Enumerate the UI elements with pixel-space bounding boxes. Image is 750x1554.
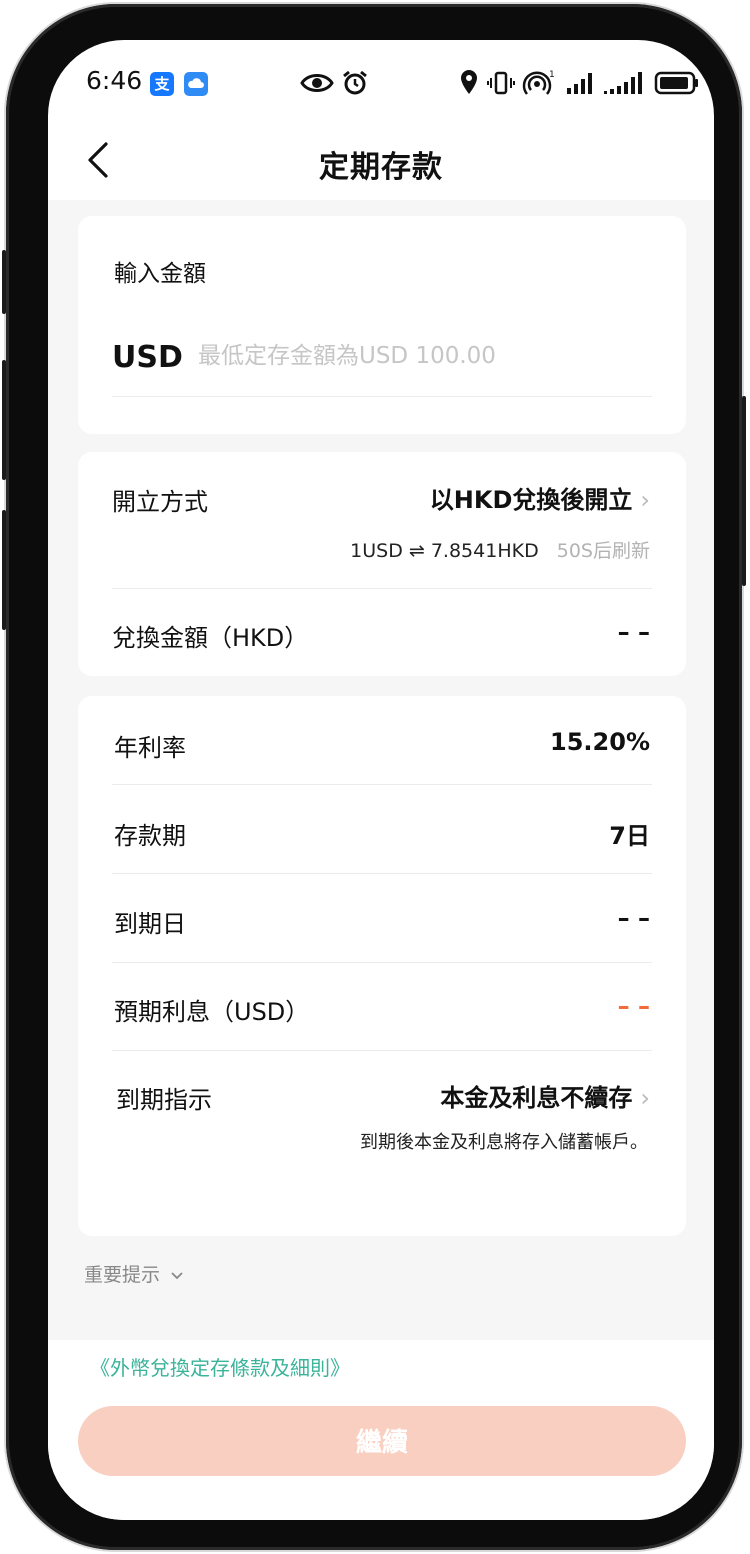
chevron-right-icon: › xyxy=(640,1084,650,1112)
expected-interest-label: 預期利息（USD） xyxy=(114,998,310,1026)
row-divider xyxy=(112,1050,652,1051)
maturity-instruction-label: 到期指示 xyxy=(116,1086,212,1114)
important-notice-label: 重要提示 xyxy=(84,1264,161,1286)
amount-input[interactable] xyxy=(198,334,658,378)
power-button xyxy=(742,396,746,586)
maturity-instruction-value: 本金及利息不續存 xyxy=(440,1084,633,1112)
svg-text:1: 1 xyxy=(549,70,555,80)
maturity-instruction-selector[interactable]: 本金及利息不續存 › xyxy=(440,1078,650,1113)
row-divider xyxy=(112,784,652,785)
phone-frame: 6:46 支 1 定期存款 輸入金額 USD 最低定存金額為USD 100.00… xyxy=(2,4,746,1550)
refresh-countdown: 50S后刷新 xyxy=(556,540,650,562)
alipay-icon: 支 xyxy=(150,72,174,96)
volume-up-button xyxy=(2,250,6,314)
amount-underline xyxy=(112,396,652,397)
eye-icon xyxy=(300,74,334,92)
term-label: 存款期 xyxy=(114,822,186,850)
terms-link[interactable]: 《外幣兌換定存條款及細則》 xyxy=(90,1352,350,1381)
alarm-icon xyxy=(343,70,367,95)
expected-interest-value: – – xyxy=(617,992,650,1020)
volume-down-button xyxy=(2,360,6,480)
method-selector[interactable]: 以HKD兌換後開立 › xyxy=(430,480,650,515)
location-icon xyxy=(461,70,477,94)
amount-label: 輸入金額 xyxy=(114,261,206,287)
bottom-bar: 《外幣兌換定存條款及細則》 繼續 xyxy=(48,1340,714,1520)
exchange-rate: 1USD ⇌ 7.8541HKD xyxy=(350,540,539,562)
hotspot-icon: 1 xyxy=(522,70,555,95)
status-bar: 6:46 支 1 xyxy=(48,40,714,132)
exchange-amount-value: – – xyxy=(617,618,650,646)
currency-code: USD xyxy=(112,340,183,375)
term-value: 7日 xyxy=(609,822,650,850)
deposit-detail-card: 年利率 15.20% 存款期 7日 到期日 – – 預期利息（USD） – – … xyxy=(78,696,686,1236)
maturity-instruction-note: 到期後本金及利息將存入儲蓄帳戶。 xyxy=(360,1132,648,1153)
method-divider xyxy=(112,588,652,589)
main-content: 輸入金額 USD 開立方式 以HKD兌換後開立› 1USD ⇌ 7.8541HK… xyxy=(48,200,714,1340)
chevron-right-icon: › xyxy=(640,486,650,514)
chevron-down-icon xyxy=(171,1272,183,1280)
maturity-date-value: – – xyxy=(617,904,650,932)
side-button-left xyxy=(2,510,6,630)
battery-icon xyxy=(654,71,698,95)
method-value: 以HKD兌換後開立 xyxy=(429,486,633,514)
important-notice-toggle[interactable]: 重要提示 xyxy=(84,1260,184,1287)
screen: 6:46 支 1 定期存款 輸入金額 USD 最低定存金額為USD 100.00… xyxy=(48,40,714,1520)
method-label: 開立方式 xyxy=(112,488,208,516)
method-card: 開立方式 以HKD兌換後開立 › 1USD ⇌ 7.8541HKD 50S后刷新 … xyxy=(78,452,686,676)
exchange-amount-label: 兌換金額（HKD） xyxy=(112,624,309,652)
amount-card: 輸入金額 USD xyxy=(78,216,686,434)
maturity-date-label: 到期日 xyxy=(114,910,186,938)
nav-bar: 定期存款 xyxy=(48,132,714,200)
row-divider xyxy=(112,873,652,874)
signal-strength-icon-2 xyxy=(604,72,642,94)
signal-strength-icon xyxy=(567,73,592,94)
interest-rate-value: 15.20% xyxy=(550,728,650,756)
status-time: 6:46 xyxy=(86,66,143,95)
row-divider xyxy=(112,962,652,963)
vibrate-icon xyxy=(487,71,515,95)
cloud-app-icon xyxy=(184,72,208,96)
exchange-rate-row: 1USD ⇌ 7.8541HKD 50S后刷新 xyxy=(350,536,650,563)
page-title: 定期存款 xyxy=(319,150,443,185)
continue-button[interactable]: 繼續 xyxy=(78,1406,686,1476)
interest-rate-label: 年利率 xyxy=(114,734,186,762)
